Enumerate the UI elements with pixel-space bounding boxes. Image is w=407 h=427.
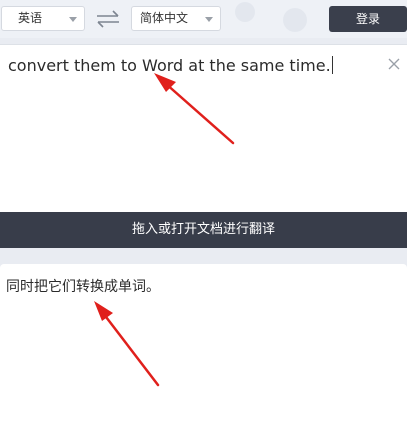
target-language-select[interactable]: 简体中文 — [131, 6, 221, 31]
target-language-label: 简体中文 — [140, 11, 189, 25]
login-button[interactable]: 登录 — [329, 6, 407, 32]
open-document-button[interactable]: 拖入或打开文档进行翻译 — [0, 212, 407, 248]
top-toolbar: 英语 简体中文 登录 — [0, 0, 407, 38]
swap-arrows-icon[interactable] — [95, 9, 121, 29]
source-text-content: convert them to Word at the same time. — [8, 56, 331, 75]
close-icon[interactable] — [387, 57, 401, 71]
source-input[interactable]: convert them to Word at the same time. — [8, 56, 333, 75]
chevron-down-icon — [69, 17, 77, 22]
source-text-panel[interactable]: convert them to Word at the same time. — [0, 44, 407, 212]
translation-result-text: 同时把它们转换成单词。 — [6, 279, 160, 295]
source-language-label: 英语 — [18, 11, 43, 25]
text-cursor — [331, 56, 333, 74]
translation-result-panel: 同时把它们转换成单词。 — [0, 264, 407, 427]
chevron-down-icon — [205, 17, 213, 22]
source-language-select[interactable]: 英语 — [1, 6, 85, 31]
background-pattern — [235, 2, 307, 32]
